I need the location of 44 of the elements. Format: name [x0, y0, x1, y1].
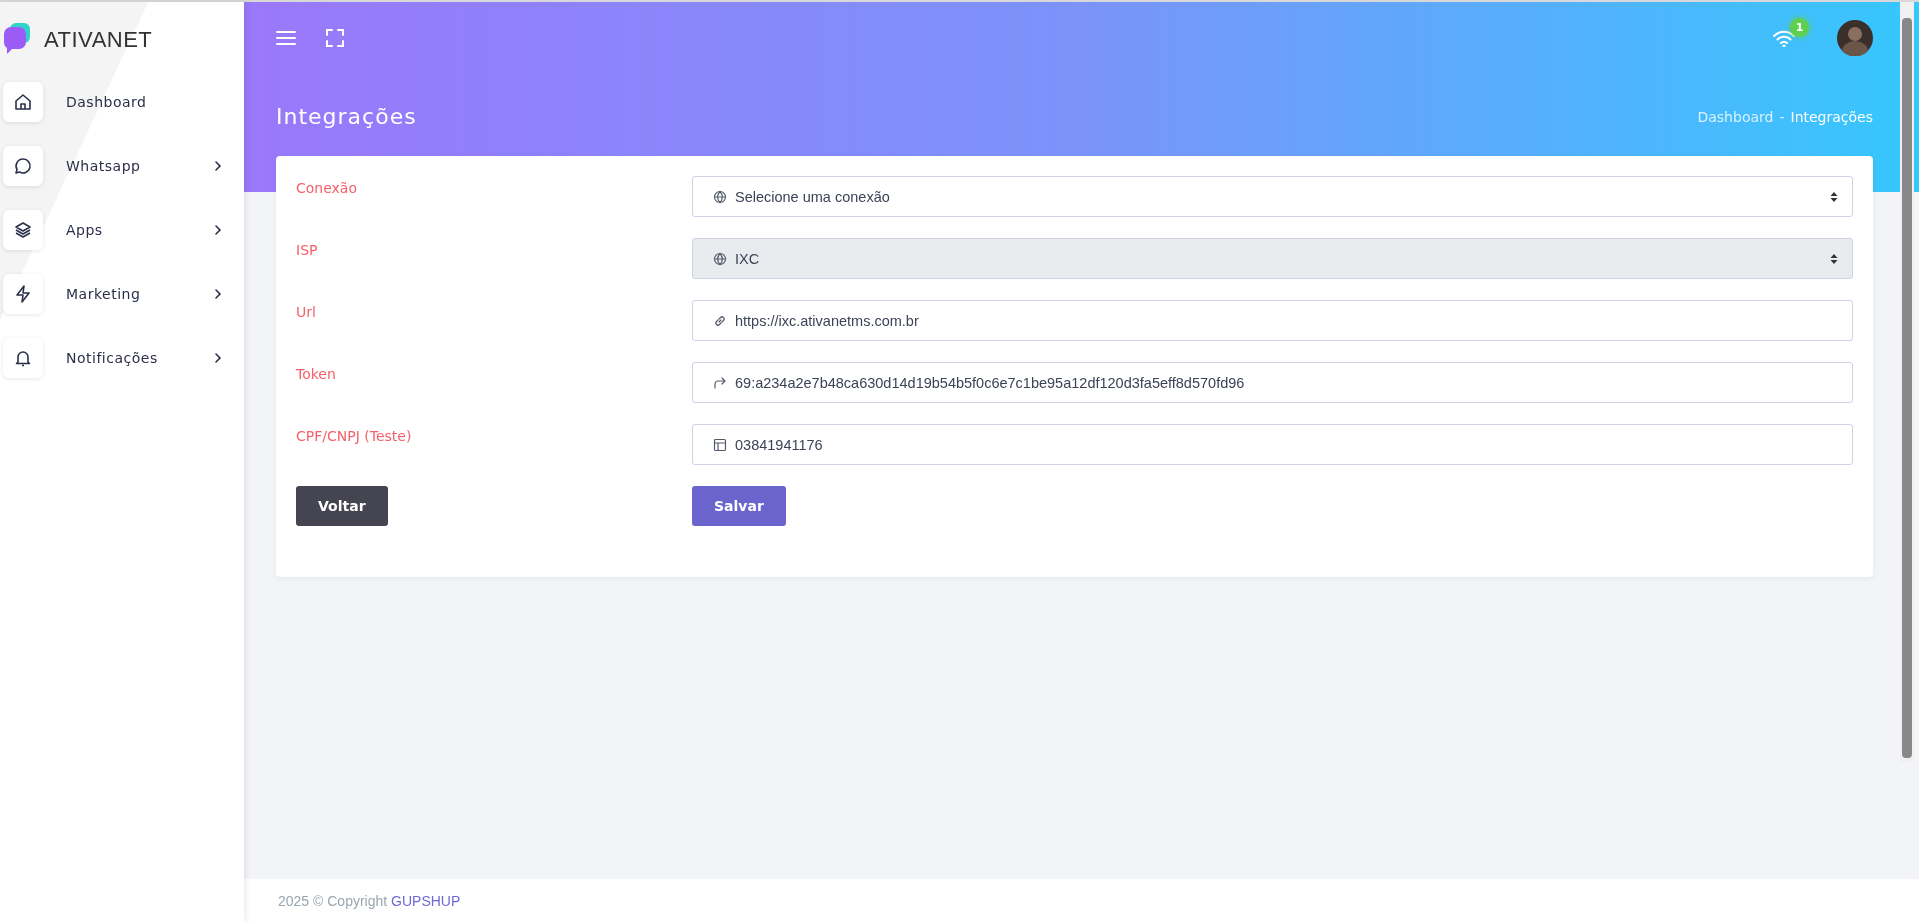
globe-icon [713, 189, 727, 204]
chat-icon [13, 156, 33, 176]
sort-arrows-icon [1830, 190, 1838, 203]
input-field[interactable]: 69:a234a2e7b48ca630d14d19b54b5f0c6e7c1be95a12df120d3fa5eff8d570fd96 [692, 362, 1853, 403]
footer-link[interactable]: GUPSHUP [391, 893, 461, 909]
back-button[interactable]: Voltar [296, 486, 388, 526]
layers-icon [13, 220, 33, 240]
field-label: ISP [296, 241, 319, 260]
sidebar-item[interactable]: Whatsapp [66, 158, 214, 174]
sidebar-item[interactable]: Apps [66, 222, 214, 238]
lightning-icon [13, 284, 33, 304]
select-field[interactable]: Selecione uma conexão [692, 176, 1853, 217]
breadcrumb-separator: - [1779, 108, 1785, 125]
chevron-icon[interactable] [214, 288, 222, 300]
field-label: CPF/CNPJ (Teste) [296, 427, 413, 446]
logo-icon [4, 23, 30, 57]
sort-arrows-icon [1830, 252, 1838, 265]
link-icon [713, 313, 727, 328]
field-label: Conexão [296, 179, 358, 198]
home-icon [13, 92, 33, 112]
sidebar-item[interactable]: Dashboard [66, 94, 244, 110]
avatar[interactable] [1837, 20, 1873, 56]
brand-name: ATIVANET [44, 27, 153, 53]
chevron-icon[interactable] [214, 160, 222, 172]
sidebar-item[interactable]: Notificações [66, 350, 214, 366]
forward-arrow-icon [713, 375, 727, 390]
bell-icon [13, 348, 33, 368]
field-label: Url [296, 303, 317, 322]
input-field[interactable]: 03841941176 [692, 424, 1853, 465]
chevron-icon[interactable] [214, 352, 222, 364]
fullscreen-icon[interactable] [326, 29, 344, 47]
notification-badge: 1 [1790, 17, 1809, 37]
menu-icon[interactable] [276, 30, 296, 46]
field-label: Token [296, 365, 337, 384]
breadcrumb-current: Integrações [1790, 108, 1873, 125]
copyright-text: 2025 © Copyright GUPSHUP [278, 893, 461, 909]
globe-icon [713, 251, 727, 266]
chevron-icon[interactable] [214, 224, 222, 236]
save-button[interactable]: Salvar [692, 486, 786, 526]
input-field[interactable]: https://ixc.ativanetms.com.br [692, 300, 1853, 341]
sidebar-item[interactable]: Marketing [66, 286, 214, 302]
table-icon [713, 437, 727, 452]
page-title: Integrações [276, 104, 417, 129]
scrollbar[interactable] [1900, 2, 1914, 762]
